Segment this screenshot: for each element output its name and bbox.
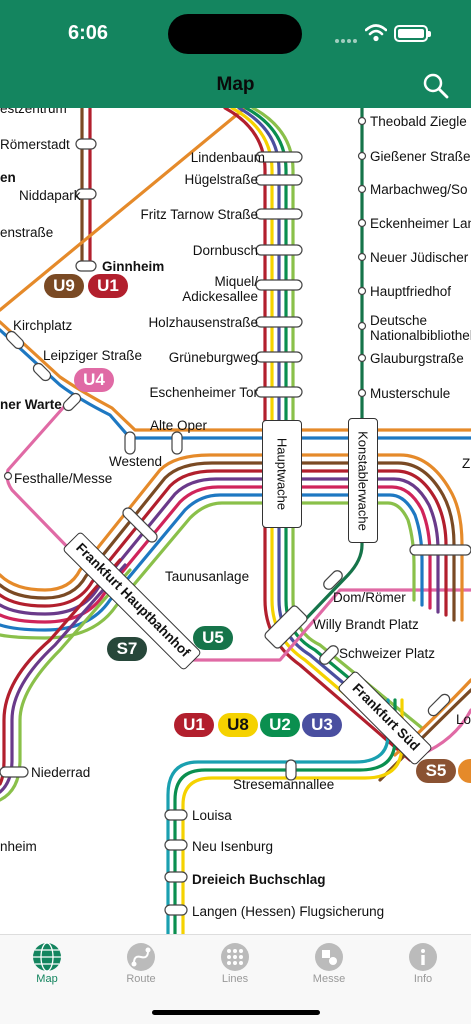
station-label[interactable]: Taunusanlage <box>165 569 249 584</box>
tab-label: Messe <box>312 973 346 985</box>
station-label[interactable]: Leipziger Straße <box>43 348 142 363</box>
station-label[interactable]: Eckenheimer Lan <box>370 216 471 231</box>
line-badge-s7[interactable]: S7 <box>107 637 147 661</box>
station-label[interactable]: Dornbusch <box>193 243 258 258</box>
route-icon <box>127 943 155 971</box>
station-label[interactable]: Niddapark <box>19 188 81 203</box>
station-label[interactable]: Deutsche Nationalbibliothek <box>370 313 471 343</box>
station-label[interactable]: Holzhausenstraße <box>148 315 258 330</box>
station-label[interactable]: Lindenbaum <box>191 150 265 165</box>
line-badge-s5[interactable]: S5 <box>416 759 456 783</box>
line-badge-u8[interactable]: U8 <box>218 713 258 737</box>
battery-icon <box>394 25 431 42</box>
hub-konstablerwache[interactable]: Konstablerwache <box>348 418 378 543</box>
station-label[interactable]: Festhalle/Messe <box>14 471 112 486</box>
station-label[interactable]: Römerstadt <box>0 137 70 152</box>
dynamic-island <box>168 14 302 54</box>
station-label[interactable]: Kirchplatz <box>13 318 72 333</box>
tab-lines[interactable]: Lines <box>188 935 282 995</box>
status-time: 6:06 <box>68 22 109 44</box>
station-label[interactable]: Louisa <box>192 808 232 823</box>
station-label[interactable]: Neu Isenburg <box>192 839 273 854</box>
transit-map[interactable]: estzentrum Römerstadt en Niddapark enstr… <box>0 108 471 934</box>
station-label[interactable]: Langen (Hessen) Flugsicherung <box>192 904 384 919</box>
line-badge-u3[interactable]: U3 <box>302 713 342 737</box>
line-badge-u2[interactable]: U2 <box>260 713 300 737</box>
station-label[interactable]: Ginnheim <box>102 259 164 274</box>
lines-grid-icon <box>221 943 249 971</box>
globe-icon <box>33 942 61 972</box>
tab-info[interactable]: Info <box>376 935 470 995</box>
station-label[interactable]: Z <box>462 456 470 471</box>
tab-map[interactable]: Map <box>0 935 94 995</box>
station-label[interactable]: Lo <box>456 712 471 727</box>
messe-icon <box>315 943 343 971</box>
station-label[interactable]: Glauburgstraße <box>370 351 464 366</box>
search-icon[interactable] <box>422 72 450 100</box>
station-label[interactable]: Marbachweg/So <box>370 182 468 197</box>
tab-label: Info <box>413 973 433 985</box>
station-label[interactable]: Gießener Straße <box>370 149 471 164</box>
app-header: 6:06 Map <box>0 0 471 108</box>
station-label[interactable]: en <box>0 170 16 185</box>
page-title: Map <box>216 74 255 95</box>
station-label[interactable]: enstraße <box>0 225 53 240</box>
station-label[interactable]: Niederrad <box>31 765 90 780</box>
station-label[interactable]: Dreieich Buchschlag <box>192 872 326 887</box>
station-label[interactable]: Theobald Ziegle <box>370 114 467 129</box>
station-label[interactable]: Schweizer Platz <box>339 646 435 661</box>
station-label[interactable]: ner Warte <box>0 397 62 412</box>
tab-label: Map <box>36 973 58 985</box>
line-badge-u9[interactable]: U9 <box>44 274 84 298</box>
station-label[interactable]: Neuer Jüdischer <box>370 250 468 265</box>
station-label[interactable]: Fritz Tarnow Straße <box>140 207 258 222</box>
tab-label: Lines <box>221 973 249 985</box>
station-label[interactable]: Eschenheimer Tor <box>149 385 258 400</box>
info-icon <box>409 943 437 971</box>
line-badge-u1[interactable]: U1 <box>88 274 128 298</box>
station-label[interactable]: Musterschule <box>370 386 450 401</box>
map-lines <box>0 108 471 934</box>
station-label[interactable]: Hügelstraße <box>184 172 258 187</box>
station-label[interactable]: nheim <box>0 839 37 854</box>
station-label[interactable]: Stresemannallee <box>233 777 334 792</box>
tab-label: Route <box>126 973 156 985</box>
station-label[interactable]: Grüneburgweg <box>169 350 258 365</box>
home-indicator <box>152 1010 320 1015</box>
station-label[interactable]: estzentrum <box>0 108 67 116</box>
cellular-signal-icon <box>335 39 357 43</box>
station-label[interactable]: Alte Oper <box>150 418 207 433</box>
line-badge-u1[interactable]: U1 <box>174 713 214 737</box>
station-label[interactable]: Hauptfriedhof <box>370 284 451 299</box>
tab-messe[interactable]: Messe <box>282 935 376 995</box>
station-label[interactable]: Miquel/ Adickesallee <box>182 274 258 304</box>
tab-route[interactable]: Route <box>94 935 188 995</box>
hub-hauptwache[interactable]: Hauptwache <box>262 420 302 528</box>
station-label[interactable]: Westend <box>109 454 162 469</box>
line-badge-u5[interactable]: U5 <box>193 626 233 650</box>
station-label[interactable]: Dom/Römer <box>333 590 406 605</box>
wifi-icon <box>365 24 387 42</box>
station-label[interactable]: Willy Brandt Platz <box>313 617 419 632</box>
line-badge-u4[interactable]: U4 <box>74 368 114 392</box>
